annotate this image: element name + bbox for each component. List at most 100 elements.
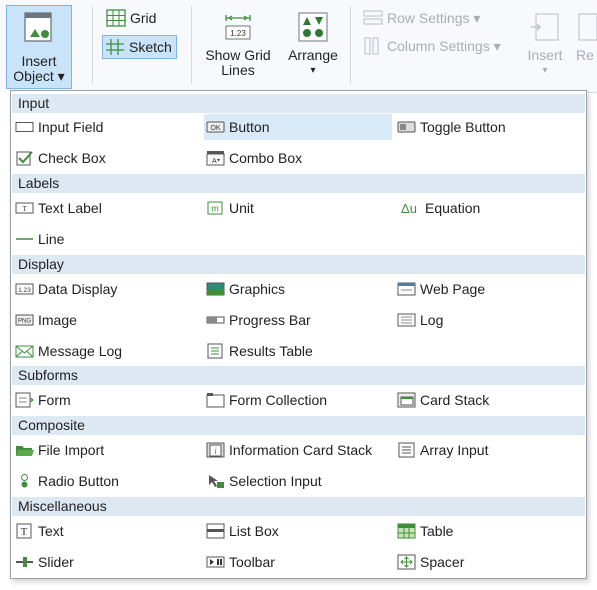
input-field-label: Input Field [38,119,104,135]
menu-item-check-box[interactable]: Check Box [13,145,201,171]
results-table-label: Results Table [229,343,313,359]
web-page-icon [397,280,416,298]
spacer-icon [397,553,416,571]
menu-item-spacer[interactable]: Spacer [395,549,583,575]
slider-label: Slider [38,554,74,570]
menu-item-log[interactable]: Log [395,307,583,333]
sketch-label: Sketch [129,39,172,55]
radio-button-label: Radio Button [38,473,119,489]
card-stack-label: Card Stack [420,392,490,408]
menu-item-message-log[interactable]: Message Log [13,338,201,364]
insert-object-icon [24,12,52,42]
menu-item-table[interactable]: Table [395,518,583,544]
check-box-label: Check Box [38,150,106,166]
menu-item-card-stack[interactable]: Card Stack [395,387,583,413]
menu-item-progress-bar[interactable]: Progress Bar [204,307,392,333]
equation-label: Equation [425,200,481,216]
data-display-icon: 1.23 [15,280,34,298]
selection-input-icon [206,472,225,490]
show-grid-lines-label-2: Lines [221,62,255,78]
menu-item-button[interactable]: OK Button [204,114,392,140]
text-icon-text: T [21,526,28,538]
remove-icon [578,13,597,41]
menu-item-unit[interactable]: m Unit [204,195,392,221]
category-subforms: Subforms [12,366,585,385]
menu-item-slider[interactable]: Slider [13,549,201,575]
grid-button[interactable]: Grid [106,7,156,29]
menu-item-file-import[interactable]: File Import [13,437,201,463]
progress-bar-icon [206,311,225,329]
unit-label: Unit [229,200,254,216]
menu-item-selection-input[interactable]: Selection Input [204,468,392,494]
menu-item-information-card-stack[interactable]: i Information Card Stack [204,437,392,463]
ribbon-separator [191,6,192,84]
button-icon: OK [206,118,225,136]
text-icon: T [15,522,34,540]
ribbon: Insert Object ▾ Grid Sketch 1.23 Show Gr… [0,0,597,93]
column-settings-button[interactable]: Column Settings ▾ [363,35,501,57]
menu-item-equation[interactable]: Δu Equation [395,195,583,221]
svg-text:A: A [212,158,217,165]
log-label: Log [420,312,444,328]
array-input-icon [397,441,416,459]
menu-item-image[interactable]: PNG Image [13,307,201,333]
menu-item-data-display[interactable]: 1.23 Data Display [13,276,201,302]
results-table-icon [206,342,225,360]
show-grid-lines-label-1: Show Grid [205,47,271,63]
insert-button[interactable]: Insert ▾ [521,12,569,78]
background-strip [0,92,10,590]
button-icon-text: OK [210,125,220,132]
table-label: Table [420,523,454,539]
insert-label: Insert [527,47,563,63]
row-settings-button[interactable]: Row Settings ▾ [363,7,480,29]
column-settings-label: Column Settings ▾ [387,37,501,54]
image-icon: PNG [15,311,34,329]
menu-item-toolbar[interactable]: Toolbar [204,549,392,575]
remove-button[interactable]: Re [573,12,597,63]
list-box-label: List Box [229,523,279,539]
menu-item-results-table[interactable]: Results Table [204,338,392,364]
text-label-icon-text: T [22,205,27,213]
arrange-arrow: ▾ [310,65,316,76]
check-box-icon [15,149,34,167]
menu-item-toggle-button[interactable]: Toggle Button [395,114,583,140]
category-labels: Labels [12,174,585,193]
menu-item-text-label[interactable]: T Text Label [13,195,201,221]
menu-item-graphics[interactable]: Graphics [204,276,392,302]
spacer-label: Spacer [420,554,465,570]
menu-item-input-field[interactable]: Input Field [13,114,201,140]
menu-item-form[interactable]: Form [13,387,201,413]
arrange-button[interactable]: Arrange ▾ [282,12,344,78]
show-grid-lines-button[interactable]: 1.23 Show Grid Lines [199,12,277,78]
table-icon [397,522,416,540]
web-page-label: Web Page [420,281,486,297]
menu-item-array-input[interactable]: Array Input [395,437,583,463]
sketch-button[interactable]: Sketch [102,35,177,59]
ribbon-separator [92,6,93,84]
menu-item-line[interactable]: Line [13,226,201,252]
menu-item-radio-button[interactable]: Radio Button [13,468,201,494]
insert-object-button[interactable]: Insert Object ▾ [6,5,72,89]
form-collection-label: Form Collection [229,392,328,408]
toggle-button-icon [397,118,416,136]
menu-item-list-box[interactable]: List Box [204,518,392,544]
menu-item-form-collection[interactable]: Form Collection [204,387,392,413]
line-icon [15,230,34,248]
text-label-label: Text Label [38,200,102,216]
menu-item-web-page[interactable]: Web Page [395,276,583,302]
category-composite: Composite [12,416,585,435]
remove-label: Re [576,47,594,63]
unit-icon: m [206,199,225,217]
row-settings-label: Row Settings ▾ [387,9,481,26]
image-icon-text: PNG [18,319,31,325]
form-label: Form [38,392,71,408]
toggle-button-label: Toggle Button [420,119,506,135]
unit-icon-text: m [211,204,219,214]
insert-arrow: ▾ [542,65,548,76]
sketch-icon [106,39,124,55]
list-box-icon [206,522,225,540]
menu-item-combo-box[interactable]: A Combo Box [204,145,392,171]
show-grid-badge: 1.23 [230,29,246,38]
menu-item-text[interactable]: T Text [13,518,201,544]
line-label: Line [38,231,65,247]
